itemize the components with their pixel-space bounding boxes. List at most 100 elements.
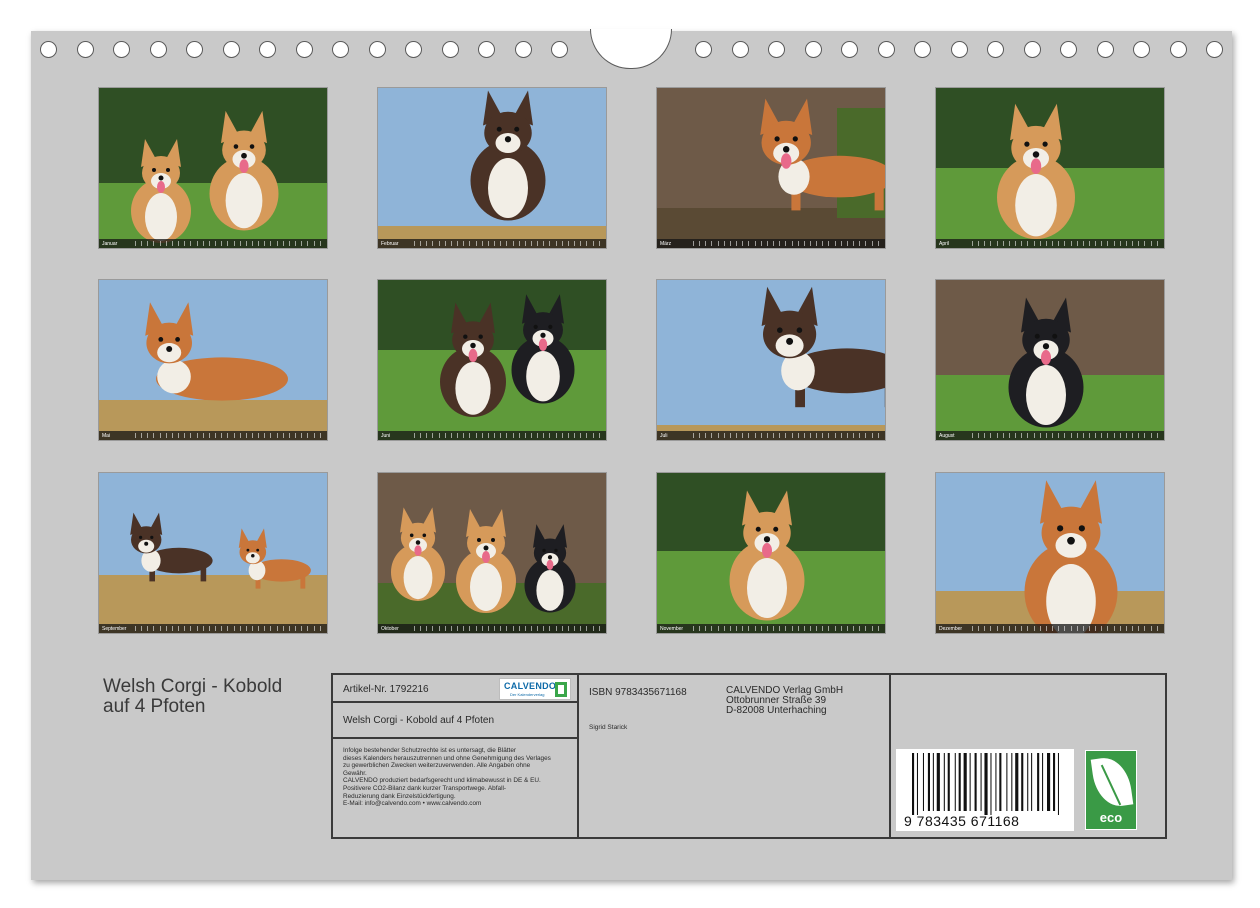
calendar-title-line1: Welsh Corgi - Kobold bbox=[103, 676, 283, 697]
binding-ring bbox=[368, 41, 386, 58]
barcode-bar bbox=[912, 753, 915, 815]
binding-ring bbox=[877, 41, 895, 58]
photo-scene bbox=[378, 88, 606, 248]
product-info-box: Artikel-Nr. 1792216 CALVENDO Der Kalende… bbox=[331, 673, 1167, 839]
leaf-icon bbox=[1090, 754, 1134, 810]
month-day-strip: Juli bbox=[657, 431, 885, 440]
month-day-strip: August bbox=[936, 431, 1164, 440]
binding-ring bbox=[1133, 41, 1150, 58]
month-photo: Dezember bbox=[935, 472, 1165, 634]
month-photo: Februar bbox=[377, 87, 607, 249]
binding-ring bbox=[113, 41, 130, 58]
day-ticks bbox=[972, 241, 1164, 246]
binding-ring bbox=[987, 41, 1004, 58]
day-ticks bbox=[135, 241, 327, 246]
month-photo: September bbox=[98, 472, 328, 634]
photo-scene bbox=[657, 473, 885, 633]
month-day-strip: November bbox=[657, 624, 885, 633]
binding-ring bbox=[1169, 41, 1187, 58]
binding-ring bbox=[259, 41, 276, 58]
isbn: ISBN 9783435671168 bbox=[589, 687, 687, 698]
barcode-bar bbox=[1027, 753, 1029, 811]
barcode-bar bbox=[1042, 753, 1044, 811]
barcode-bar bbox=[1037, 753, 1040, 811]
binding-ring bbox=[1096, 41, 1114, 58]
day-ticks bbox=[414, 433, 606, 438]
eco-badge: eco bbox=[1085, 750, 1137, 830]
month-day-strip: September bbox=[99, 624, 327, 633]
month-day-strip: Februar bbox=[378, 239, 606, 248]
barcode-bars bbox=[912, 753, 1059, 815]
calvendo-logo-text: CALVENDO bbox=[504, 681, 557, 691]
photo-scene bbox=[99, 280, 327, 440]
barcode-bar bbox=[1015, 753, 1019, 811]
barcode-bar bbox=[1057, 753, 1059, 815]
month-day-strip: Juni bbox=[378, 431, 606, 440]
binding-ring bbox=[478, 41, 495, 58]
month-photo: Juni bbox=[377, 279, 607, 441]
month-day-strip: April bbox=[936, 239, 1164, 248]
barcode-bar bbox=[947, 753, 950, 811]
calendar-back-sheet: Januar Februar März April Mai Juni Juli August S… bbox=[31, 29, 1232, 880]
day-ticks bbox=[135, 626, 327, 631]
barcode-bar bbox=[954, 753, 956, 811]
photo-scene bbox=[657, 88, 885, 248]
barcode-bar bbox=[943, 753, 945, 811]
barcode-bar bbox=[922, 753, 924, 811]
month-photo: März bbox=[656, 87, 886, 249]
photo-scene bbox=[378, 473, 606, 633]
binding-ring bbox=[1023, 41, 1041, 58]
legal-notice-line: Infolge bestehender Schutzrechte ist es … bbox=[343, 747, 517, 754]
calendar-title: Welsh Corgi - Kobold auf 4 Pfoten bbox=[103, 677, 323, 717]
binding-ring bbox=[149, 41, 167, 58]
day-ticks bbox=[693, 241, 885, 246]
month-day-strip: Oktober bbox=[378, 624, 606, 633]
calendar-title-line2: auf 4 Pfoten bbox=[103, 696, 206, 717]
binding-ring bbox=[295, 41, 313, 58]
photo-scene bbox=[657, 280, 885, 440]
barcode-bar bbox=[1053, 753, 1056, 811]
barcode-bar bbox=[984, 753, 988, 815]
day-ticks bbox=[693, 433, 885, 438]
isbn-barcode: 9 783435 671168 bbox=[896, 749, 1074, 831]
photo-scene bbox=[936, 88, 1164, 248]
photo-scene bbox=[99, 88, 327, 248]
month-photo: Januar bbox=[98, 87, 328, 249]
binding-ring bbox=[768, 41, 785, 58]
barcode-bar bbox=[916, 753, 918, 815]
barcode-bar bbox=[963, 753, 967, 811]
month-label: März bbox=[660, 240, 672, 247]
barcode-bar bbox=[980, 753, 982, 811]
month-label: September bbox=[102, 625, 127, 632]
month-label: April bbox=[939, 240, 950, 247]
day-ticks bbox=[414, 626, 606, 631]
binding-ring bbox=[914, 41, 931, 58]
article-number: Artikel-Nr. 1792216 bbox=[343, 684, 429, 695]
month-label: August bbox=[939, 432, 955, 439]
month-photo: Oktober bbox=[377, 472, 607, 634]
binding-ring bbox=[40, 41, 57, 58]
calvendo-logo-subtitle: Der Kalenderverlag bbox=[510, 692, 545, 697]
binding-ring bbox=[441, 41, 459, 58]
month-day-strip: März bbox=[657, 239, 885, 248]
photo-scene bbox=[99, 473, 327, 633]
eco-label: eco bbox=[1099, 810, 1123, 825]
month-photo: Juli bbox=[656, 279, 886, 441]
month-label: Januar bbox=[102, 240, 118, 247]
month-label: November bbox=[660, 625, 684, 632]
binding-ring bbox=[731, 41, 749, 58]
binding-ring bbox=[1206, 41, 1223, 58]
publisher-city: D-82008 Unterhaching bbox=[726, 705, 827, 716]
month-label: Juli bbox=[660, 432, 668, 439]
legal-notice-line: E-Mail: info@calvendo.com • www.calvendo… bbox=[343, 800, 482, 808]
legal-notice: Infolge bestehender Schutzrechte ist es … bbox=[343, 747, 575, 808]
binding-ring bbox=[841, 41, 858, 58]
photo-scene bbox=[378, 280, 606, 440]
legal-notice-line: zu gewerblichen Zwecken weiterzuverwende… bbox=[343, 762, 531, 770]
barcode-bar bbox=[927, 753, 930, 811]
month-label: Juni bbox=[381, 432, 391, 439]
photo-scene bbox=[936, 280, 1164, 440]
binding-ring bbox=[222, 41, 240, 58]
day-ticks bbox=[972, 626, 1164, 631]
article-row: Artikel-Nr. 1792216 CALVENDO Der Kalende… bbox=[333, 675, 577, 703]
